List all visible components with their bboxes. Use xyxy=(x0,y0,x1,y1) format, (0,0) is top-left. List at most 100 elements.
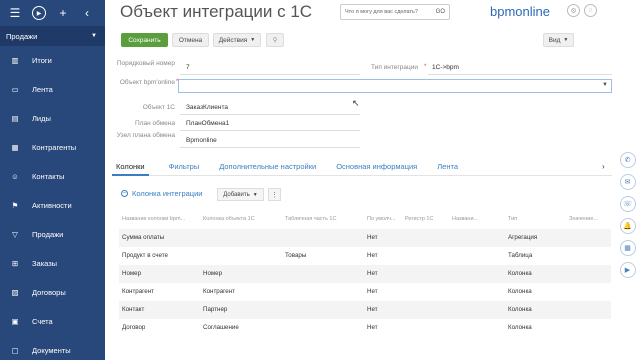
chat-icon[interactable]: ☏ xyxy=(619,196,636,212)
table-cell: Нет xyxy=(367,288,378,295)
integration-type-underline xyxy=(428,74,612,75)
detail-header[interactable]: – Колонка интеграции xyxy=(121,189,202,198)
view-button[interactable]: Вид ▼ xyxy=(543,33,574,47)
bpm-object-label: Объект bpm'online xyxy=(119,79,175,86)
table-cell: Нет xyxy=(367,234,378,241)
sidebar-item-1[interactable]: ▭ Лента xyxy=(0,75,105,104)
column-header[interactable]: Тип xyxy=(508,216,567,222)
table-row[interactable]: Продукт в счете Товары Нет Таблица xyxy=(119,247,611,265)
workspace-selector[interactable]: Продажи ▼ xyxy=(0,26,105,46)
exchange-node-label: Узел плана обмена xyxy=(116,132,175,139)
table-cell: Колонка xyxy=(508,270,532,277)
sidebar-item-8[interactable]: ▨ Договоры xyxy=(0,278,105,307)
tab-feed[interactable]: Лента xyxy=(437,160,458,171)
column-header[interactable]: Регистр 1С xyxy=(405,216,450,222)
calendar-icon[interactable]: ▦ xyxy=(619,240,636,256)
integration-type-value[interactable]: 1С->bpm xyxy=(432,64,459,71)
column-header[interactable]: Значение... xyxy=(569,216,609,222)
sidebar-item-10[interactable]: ▢ Документы xyxy=(0,336,105,360)
settings-icon[interactable]: ⚙ xyxy=(567,4,580,17)
order-number-label: Порядковый номер xyxy=(116,60,175,67)
help-go-button[interactable]: GO xyxy=(436,9,445,15)
column-header[interactable]: Табличная часть 1С xyxy=(285,216,365,222)
tab-columns[interactable]: Колонки xyxy=(112,160,149,176)
table-cell: Колонка xyxy=(508,324,532,331)
table-cell: Соглашение xyxy=(203,324,239,331)
tab-additional-settings[interactable]: Дополнительные настройки xyxy=(219,160,316,171)
actions-label: Действия xyxy=(218,36,248,44)
help-search-placeholder: Что я могу для вас сделать? xyxy=(345,9,418,15)
tab-filters[interactable]: Фильтры xyxy=(169,160,200,171)
table-cell: Контрагент xyxy=(203,288,235,295)
sidebar-item-4[interactable]: ☺ Контакты xyxy=(0,162,105,191)
profile-icon[interactable]: ○ xyxy=(584,4,597,17)
link-button[interactable]: ⚲ xyxy=(266,33,284,47)
table-row[interactable]: Контакт Партнер Нет Колонка xyxy=(119,301,611,319)
exchange-plan-value[interactable]: ПланОбмена1 xyxy=(186,120,229,127)
bpm-object-field[interactable]: ▼ xyxy=(178,79,612,93)
sidebar-item-2[interactable]: ▤ Лиды xyxy=(0,104,105,133)
header-icons: ⚙ ○ xyxy=(567,4,597,17)
email-icon[interactable]: ✉ xyxy=(619,174,636,190)
tab-main-info[interactable]: Основная информация xyxy=(336,160,417,171)
sidebar-item-5[interactable]: ⚑ Активности xyxy=(0,191,105,220)
sidebar-item-label: Договоры xyxy=(32,288,66,297)
sidebar-item-0[interactable]: ▥ Итоги xyxy=(0,46,105,75)
obj1c-value[interactable]: ЗаказКлиента xyxy=(186,104,228,111)
chevron-down-icon: ▼ xyxy=(250,37,256,43)
column-header[interactable]: Название колонки bpm... xyxy=(122,216,201,222)
book-icon: ▤ xyxy=(11,114,19,123)
sidebar-item-label: Счета xyxy=(32,317,53,326)
help-search-input[interactable]: Что я могу для вас сделать? GO xyxy=(340,4,450,20)
column-header[interactable]: По умолч... xyxy=(367,216,403,222)
table-cell: Сумма оплаты xyxy=(122,234,165,241)
table-header: Название колонки bpm... Колонка объекта 1… xyxy=(119,216,611,228)
chevron-down-icon[interactable]: ▼ xyxy=(602,82,608,88)
order-number-value[interactable]: 7 xyxy=(186,64,190,71)
order-number-underline xyxy=(180,74,360,75)
table-cell: Агрегация xyxy=(508,234,538,241)
sidebar-item-7[interactable]: ⊞ Заказы xyxy=(0,249,105,278)
sidebar-item-6[interactable]: ▽ Продажи xyxy=(0,220,105,249)
phone-icon[interactable]: ✆ xyxy=(619,152,636,168)
chevron-down-icon: ▼ xyxy=(252,191,258,198)
link-icon: ⚲ xyxy=(272,37,278,44)
sidebar-item-9[interactable]: ▣ Счета xyxy=(0,307,105,336)
plus-icon[interactable]: + xyxy=(56,6,70,20)
chevron-down-icon: ▼ xyxy=(563,37,569,43)
more-vertical-icon: ⋮ xyxy=(271,191,278,199)
table-row[interactable]: Договор Соглашение Нет Колонка xyxy=(119,319,611,337)
cancel-button[interactable]: Отмена xyxy=(172,33,209,47)
required-marker: * xyxy=(424,64,427,70)
table-cell: Контрагент xyxy=(122,288,154,295)
column-header[interactable]: Названи... xyxy=(452,216,506,222)
table-row[interactable]: Номер Номер Нет Колонка xyxy=(119,265,611,283)
menu-icon[interactable]: ☰ xyxy=(8,6,22,20)
bell-icon[interactable]: 🔔 xyxy=(619,218,636,234)
video-icon[interactable]: ▶ xyxy=(619,262,636,278)
person-icon: ☺ xyxy=(11,172,19,181)
table-cell: Продукт в счете xyxy=(122,252,168,259)
exchange-plan-underline xyxy=(180,130,360,131)
chat-icon: ▭ xyxy=(11,85,19,94)
obj1c-label: Объект 1С xyxy=(142,104,175,111)
collapse-icon[interactable]: ‹ xyxy=(80,6,94,20)
bar-chart-icon: ▥ xyxy=(11,56,19,65)
exchange-node-value[interactable]: Bpmonline xyxy=(186,137,217,144)
sidebar-item-3[interactable]: ▦ Контрагенты xyxy=(0,133,105,162)
exchange-plan-label: План обмена xyxy=(135,120,175,127)
play-icon[interactable]: ▶ xyxy=(32,6,46,20)
save-button[interactable]: Сохранить xyxy=(121,33,168,47)
sidebar-item-label: Заказы xyxy=(32,259,58,268)
detail-title: Колонка интеграции xyxy=(132,189,203,198)
table-row[interactable]: Контрагент Контрагент Нет Колонка xyxy=(119,283,611,301)
cart-icon: ⊞ xyxy=(11,259,19,268)
chevron-down-icon: ▼ xyxy=(91,33,97,39)
add-button[interactable]: Добавить ▼ xyxy=(217,188,264,201)
actions-button[interactable]: Действия ▼ xyxy=(213,33,261,47)
column-header[interactable]: Колонка объекта 1С xyxy=(203,216,283,222)
table-cell: Номер xyxy=(122,270,142,277)
more-options-button[interactable]: ⋮ xyxy=(268,188,281,201)
table-row[interactable]: Сумма оплаты Нет Агрегация xyxy=(119,229,611,247)
chevron-right-icon[interactable]: › xyxy=(602,162,605,171)
